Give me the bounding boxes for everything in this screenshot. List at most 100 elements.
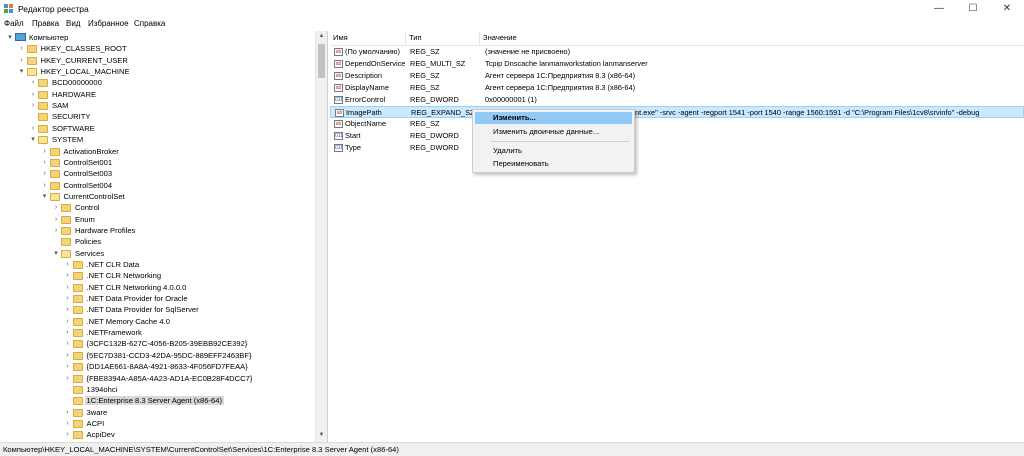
menu-item-rename[interactable]: Переименовать: [475, 158, 632, 170]
collapse-icon[interactable]: ▾: [41, 191, 49, 202]
expand-icon[interactable]: ›: [41, 180, 49, 191]
value-row[interactable]: ab DisplayName REG_SZ Агент сервера 1С:Пред…: [330, 82, 1024, 94]
tree-node[interactable]: › HKEY_CLASSES_ROOT: [0, 43, 312, 54]
expand-icon[interactable]: ›: [41, 146, 49, 157]
expand-icon[interactable]: ›: [64, 293, 72, 304]
value-row[interactable]: ab DependOnService REG_MULTI_SZ Tcpip Dnsca…: [330, 58, 1024, 70]
tree-node[interactable]: › Control: [0, 202, 312, 213]
tree-node[interactable]: Policies: [0, 236, 312, 247]
menu-favorites[interactable]: Избранное: [88, 19, 129, 28]
value-row[interactable]: 011 Type REG_DWORD: [330, 142, 1024, 154]
tree-node[interactable]: ▾ SYSTEM: [0, 134, 312, 145]
menu-help[interactable]: Справка: [134, 19, 165, 28]
value-row[interactable]: ab ImagePath REG_EXPAND_SZ nt.exe" -srvc -a…: [330, 106, 1024, 118]
menu-file[interactable]: Файл: [4, 19, 24, 28]
tree-node[interactable]: › HKEY_CURRENT_USER: [0, 55, 312, 66]
tree-node[interactable]: 1C:Enterprise 8.3 Server Agent (x86-64): [0, 395, 312, 406]
tree-node[interactable]: › SOFTWARE: [0, 123, 312, 134]
tree-node[interactable]: ▾ Компьютер: [0, 32, 312, 43]
tree-node[interactable]: › ControlSet001: [0, 157, 312, 168]
collapse-icon[interactable]: ▾: [6, 32, 14, 43]
expand-icon[interactable]: ›: [29, 123, 37, 134]
expand-icon[interactable]: ›: [29, 100, 37, 111]
expand-icon[interactable]: ›: [64, 373, 72, 384]
collapse-icon[interactable]: ▾: [29, 134, 37, 145]
expand-icon[interactable]: ›: [64, 316, 72, 327]
tree-node[interactable]: › .NET CLR Networking: [0, 270, 312, 281]
tree-node[interactable]: › .NET Memory Cache 4.0: [0, 316, 312, 327]
tree-node[interactable]: ▾ Services: [0, 248, 312, 259]
expand-icon[interactable]: ›: [29, 77, 37, 88]
menu-item-delete[interactable]: Удалить: [475, 145, 632, 157]
scroll-up-icon[interactable]: ▲: [318, 33, 325, 40]
tree-node[interactable]: › .NET Data Provider for Oracle: [0, 293, 312, 304]
tree-node[interactable]: › {3CFC132B-627C-4056-B205-39EBB92CE392}: [0, 338, 312, 349]
tree-node[interactable]: SECURITY: [0, 111, 312, 122]
tree-scrollbar[interactable]: ▲ ▼: [315, 31, 327, 442]
expand-icon[interactable]: ›: [41, 168, 49, 179]
collapse-icon[interactable]: ▾: [18, 66, 26, 77]
close-button[interactable]: ✕: [990, 0, 1024, 18]
expand-icon[interactable]: ›: [64, 407, 72, 418]
tree-node[interactable]: › .NET Data Provider for SqlServer: [0, 304, 312, 315]
tree-node[interactable]: › ControlSet003: [0, 168, 312, 179]
tree-node[interactable]: › {5EC7D381-CCD3-42DA-95DC-889EFF2463BF}: [0, 350, 312, 361]
tree-node[interactable]: › ActivationBroker: [0, 146, 312, 157]
expand-icon[interactable]: ›: [64, 327, 72, 338]
tree-node[interactable]: › .NET CLR Data: [0, 259, 312, 270]
menu-view[interactable]: Вид: [66, 19, 80, 28]
folder-icon: [72, 329, 83, 338]
expand-icon[interactable]: ›: [18, 55, 26, 66]
column-type-header[interactable]: Тип: [406, 33, 480, 45]
scroll-down-icon[interactable]: ▼: [318, 432, 325, 439]
value-row[interactable]: 011 Start REG_DWORD: [330, 130, 1024, 142]
expand-icon[interactable]: ›: [52, 214, 60, 225]
column-data-header[interactable]: Значение: [480, 33, 1024, 45]
collapse-icon[interactable]: ▾: [52, 248, 60, 259]
value-row[interactable]: 011 ErrorControl REG_DWORD 0x00000001 (1): [330, 94, 1024, 106]
value-row[interactable]: ab Description REG_SZ Агент сервера 1С:Пред…: [330, 70, 1024, 82]
tree-node[interactable]: ▾ CurrentControlSet: [0, 191, 312, 202]
tree-node[interactable]: › BCD00000000: [0, 77, 312, 88]
tree-node[interactable]: › SAM: [0, 100, 312, 111]
column-name-header[interactable]: Имя: [330, 33, 406, 45]
expand-icon[interactable]: ›: [64, 282, 72, 293]
tree-node[interactable]: › Enum: [0, 214, 312, 225]
expand-icon[interactable]: ›: [64, 270, 72, 281]
minimize-button[interactable]: —: [922, 0, 956, 18]
expand-icon[interactable]: ›: [64, 418, 72, 429]
scroll-thumb[interactable]: [318, 44, 325, 78]
menu-item-modify[interactable]: Изменить...: [475, 112, 632, 124]
menu-item-modify-binary[interactable]: Изменить двоичные данные...: [475, 126, 632, 138]
expand-icon[interactable]: ›: [18, 43, 26, 54]
tree-node[interactable]: ▾ HKEY_LOCAL_MACHINE: [0, 66, 312, 77]
tree-node[interactable]: › .NETFramework: [0, 327, 312, 338]
tree-node[interactable]: 1394ohci: [0, 384, 312, 395]
expand-icon[interactable]: ›: [41, 157, 49, 168]
tree-node[interactable]: › ACPI: [0, 418, 312, 429]
tree-node[interactable]: › .NET CLR Networking 4.0.0.0: [0, 282, 312, 293]
expand-icon[interactable]: ›: [29, 89, 37, 100]
expand-icon[interactable]: ›: [64, 259, 72, 270]
tree-node[interactable]: › ControlSet004: [0, 180, 312, 191]
expand-icon[interactable]: ›: [52, 225, 60, 236]
tree-node[interactable]: › HARDWARE: [0, 89, 312, 100]
expand-icon[interactable]: ›: [52, 202, 60, 213]
expand-icon[interactable]: ›: [64, 350, 72, 361]
tree-node-label: 3ware: [86, 407, 108, 417]
values-list[interactable]: Имя Тип Значение ab (По умолчанию) REG_SZ(…: [330, 31, 1024, 442]
tree-node[interactable]: › {DD1AE661-8A8A-4921-8633-4F056FD7FEAA}: [0, 361, 312, 372]
tree-node[interactable]: › Hardware Profiles: [0, 225, 312, 236]
tree-node[interactable]: › {FBE8394A-A85A-4A23-AD1A-EC0B28F4DCC7}: [0, 373, 312, 384]
tree-node[interactable]: › 3ware: [0, 407, 312, 418]
maximize-button[interactable]: ☐: [956, 0, 990, 18]
value-row[interactable]: ab ObjectName REG_SZ: [330, 118, 1024, 130]
expand-icon[interactable]: ›: [64, 429, 72, 440]
value-row[interactable]: ab (По умолчанию) REG_SZ (значение не присв…: [330, 46, 1024, 58]
expand-icon[interactable]: ›: [64, 338, 72, 349]
expand-icon[interactable]: ›: [64, 361, 72, 372]
registry-tree[interactable]: ▾ Компьютер › HKEY_CLASSES_ROOT › HKEY_CURREN…: [0, 31, 328, 442]
expand-icon[interactable]: ›: [64, 304, 72, 315]
tree-node[interactable]: › AcpiDev: [0, 429, 312, 440]
menu-edit[interactable]: Правка: [32, 19, 59, 28]
